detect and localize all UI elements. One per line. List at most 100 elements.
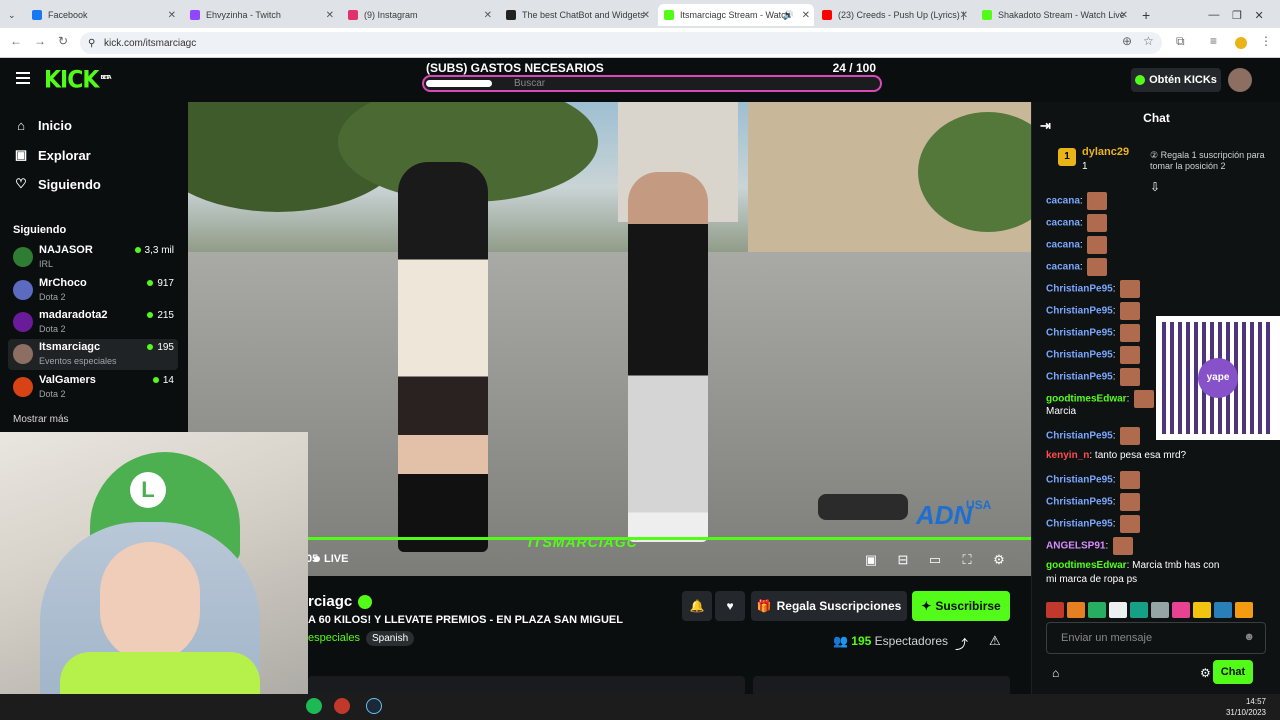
- get-kicks-button[interactable]: Obtén KICKs: [1131, 68, 1221, 92]
- maximize-icon[interactable]: ❐: [1232, 9, 1242, 22]
- video-player[interactable]: ADN USA ITSMARCIAGC 05 LIVE ▣ ⊟ ▭ ⛶ ⚙: [188, 102, 1031, 576]
- stream-category-link[interactable]: especiales: [308, 632, 360, 644]
- obs-icon[interactable]: [334, 698, 350, 714]
- nav-inicio[interactable]: ⌂ Inicio: [14, 118, 72, 133]
- chat-username[interactable]: ChristianPe95: [1046, 284, 1113, 295]
- notification-bell-button[interactable]: 🔔: [682, 591, 712, 621]
- back-icon[interactable]: ←: [10, 34, 22, 48]
- chat-separator: :: [1079, 239, 1086, 251]
- close-icon[interactable]: ✕: [1120, 10, 1128, 21]
- tab-instagram[interactable]: (9) Instagram ✕: [342, 4, 496, 26]
- bookmark-star-icon[interactable]: ☆: [1143, 34, 1154, 48]
- chat-username[interactable]: cacana: [1046, 262, 1080, 273]
- tab-twitch[interactable]: Ehvyzinha - Twitch ✕: [184, 4, 338, 26]
- chat-username[interactable]: ChristianPe95: [1046, 497, 1113, 508]
- minimize-icon[interactable]: —: [1208, 9, 1219, 21]
- store-icon[interactable]: ⌂: [1052, 666, 1059, 680]
- emote-icon[interactable]: [1046, 602, 1064, 618]
- reload-icon[interactable]: ↻: [58, 34, 68, 48]
- chat-username[interactable]: goodtimesEdwar: [1046, 560, 1127, 571]
- miniplayer-icon[interactable]: ▣: [864, 553, 878, 567]
- chat-username[interactable]: ChristianPe95: [1046, 431, 1113, 442]
- close-icon[interactable]: ✕: [642, 10, 650, 21]
- extensions-icon[interactable]: ⧉: [1176, 34, 1185, 49]
- close-icon[interactable]: ✕: [484, 10, 492, 21]
- settings-gear-icon[interactable]: ⚙: [992, 553, 1006, 567]
- sidebar-channel-najasor[interactable]: NAJASOR IRL 3,3 mil: [8, 242, 178, 273]
- chat-username[interactable]: kenyin_n: [1046, 450, 1089, 461]
- profile-avatar[interactable]: [1235, 37, 1247, 49]
- chat-username[interactable]: ChristianPe95: [1046, 328, 1113, 339]
- tab-facebook[interactable]: Facebook ✕: [26, 4, 180, 26]
- chat-username[interactable]: cacana: [1046, 240, 1080, 251]
- tab-chatbot[interactable]: The best ChatBot and Widgets ✕: [500, 4, 654, 26]
- spotify-icon[interactable]: [306, 698, 322, 714]
- chat-username[interactable]: ChristianPe95: [1046, 519, 1113, 530]
- emote-icon[interactable]: [1235, 602, 1253, 618]
- kick-logo[interactable]: KICK BETA: [44, 67, 112, 95]
- pinned-username[interactable]: dylanc29: [1082, 146, 1129, 158]
- emote-icon[interactable]: [1193, 602, 1211, 618]
- pinned-message[interactable]: ② Regala 1 suscripción para tomar la pos…: [1150, 150, 1280, 172]
- tab-shakadoto[interactable]: Shakadoto Stream - Watch Live ✕: [976, 4, 1132, 26]
- forward-icon[interactable]: →: [34, 34, 46, 48]
- chat-username[interactable]: ChristianPe95: [1046, 306, 1113, 317]
- chat-username[interactable]: cacana: [1046, 196, 1080, 207]
- sidebar-channel-valgamers[interactable]: ValGamers Dota 2 14: [8, 372, 178, 403]
- hamburger-menu-icon[interactable]: [16, 72, 30, 87]
- chat-username[interactable]: goodtimesEdwar: [1046, 394, 1127, 405]
- nav-explorar[interactable]: ▣ Explorar: [14, 147, 91, 163]
- close-icon[interactable]: ✕: [326, 10, 334, 21]
- system-clock[interactable]: 14:57 31/10/2023: [1226, 696, 1266, 718]
- nav-siguiendo[interactable]: ♡ Siguiendo: [14, 176, 101, 192]
- language-tag[interactable]: Spanish: [366, 631, 415, 646]
- gift-subscriptions-button[interactable]: 🎁 Regala Suscripciones: [751, 591, 907, 621]
- channel-title[interactable]: rciagc: [308, 593, 373, 610]
- zoom-icon[interactable]: ⊕: [1122, 34, 1132, 48]
- menu-icon[interactable]: ⋮: [1260, 34, 1272, 48]
- chat-settings-icon[interactable]: ⚙: [1200, 666, 1211, 680]
- close-icon[interactable]: ✕: [960, 10, 968, 21]
- theater-mode-icon[interactable]: ▭: [928, 553, 942, 567]
- sidebar-channel-itsmarciagc[interactable]: Itsmarciagc Eventos especiales 195: [8, 339, 178, 370]
- chat-username[interactable]: ChristianPe95: [1046, 372, 1113, 383]
- url-bar[interactable]: ⚲ kick.com/itsmarciagc: [80, 32, 1162, 54]
- user-avatar[interactable]: [1228, 68, 1252, 92]
- steam-icon[interactable]: [366, 698, 382, 714]
- close-icon[interactable]: ✕: [168, 10, 176, 21]
- share-icon[interactable]: ⤴: [955, 634, 968, 653]
- window-controls[interactable]: — ❐ ✕: [1196, 4, 1276, 26]
- chat-username[interactable]: ChristianPe95: [1046, 475, 1113, 486]
- chat-username[interactable]: cacana: [1046, 218, 1080, 229]
- tab-list-button[interactable]: ⌄: [2, 4, 22, 26]
- chat-username[interactable]: ANGELSP91: [1046, 541, 1105, 552]
- site-info-icon[interactable]: ⚲: [88, 38, 95, 49]
- speaker-icon[interactable]: 🔊: [783, 10, 794, 21]
- emote-icon[interactable]: [1088, 602, 1106, 618]
- close-icon[interactable]: ✕: [802, 10, 810, 21]
- chat-send-button[interactable]: Chat: [1213, 660, 1253, 684]
- search-placeholder[interactable]: Buscar: [514, 78, 545, 89]
- emote-icon[interactable]: [1172, 602, 1190, 618]
- emote-icon[interactable]: [1214, 602, 1232, 618]
- emote-icon[interactable]: [1067, 602, 1085, 618]
- new-tab-button[interactable]: +: [1136, 4, 1152, 26]
- clip-icon[interactable]: ⊟: [896, 553, 910, 567]
- tab-itsmarciagc[interactable]: Itsmarciagc Stream - Watch 🔊 ✕: [658, 4, 814, 26]
- emote-icon[interactable]: [1130, 602, 1148, 618]
- subscribe-button[interactable]: ✦ Suscribirse: [912, 591, 1010, 621]
- report-warning-icon[interactable]: ⚠: [989, 633, 1001, 649]
- tab-youtube[interactable]: (23) Creeds - Push Up (Lyrics) | ✕: [816, 4, 972, 26]
- emote-icon[interactable]: [1151, 602, 1169, 618]
- show-more-link[interactable]: Mostrar más: [13, 414, 69, 425]
- chat-username[interactable]: ChristianPe95: [1046, 350, 1113, 361]
- emoji-icon[interactable]: ☻: [1243, 631, 1255, 643]
- follow-heart-button[interactable]: ♥: [715, 591, 745, 621]
- sidebar-channel-madaradota2[interactable]: madaradota2 Dota 2 215: [8, 307, 178, 338]
- media-icon[interactable]: ≡: [1210, 34, 1217, 48]
- emote-icon[interactable]: [1109, 602, 1127, 618]
- close-window-icon[interactable]: ✕: [1254, 9, 1263, 22]
- fullscreen-icon[interactable]: ⛶: [960, 553, 974, 567]
- sidebar-channel-mrchoco[interactable]: MrChoco Dota 2 917: [8, 275, 178, 306]
- chat-input[interactable]: Enviar un mensaje ☻: [1046, 622, 1266, 654]
